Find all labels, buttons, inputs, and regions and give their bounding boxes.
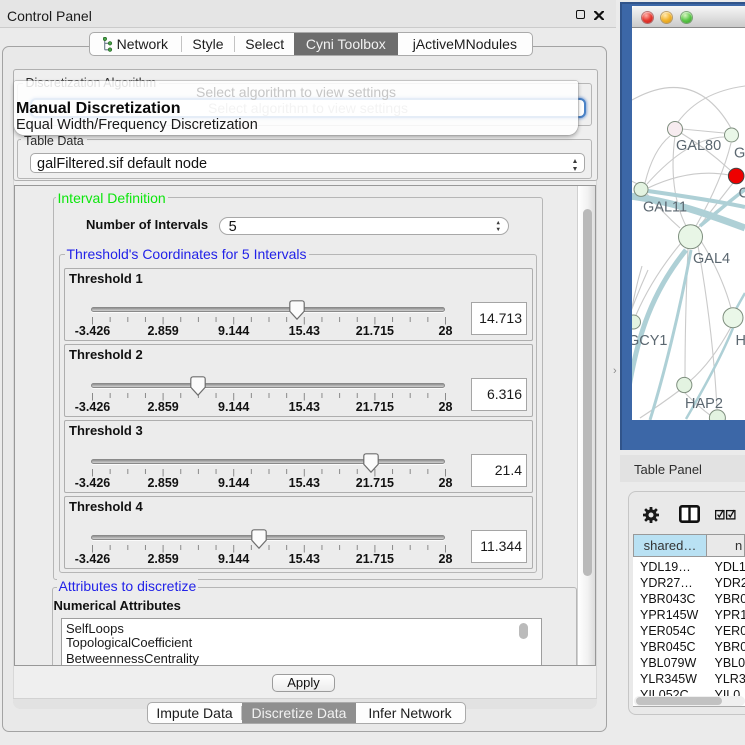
svg-text:C: C (739, 186, 745, 202)
svg-text:GAL4: GAL4 (693, 251, 730, 267)
svg-text:GCY1: GCY1 (632, 333, 668, 349)
svg-text:GAL11: GAL11 (643, 200, 687, 216)
svg-text:GAL80: GAL80 (676, 138, 721, 154)
svg-text:HAP2: HAP2 (685, 396, 723, 412)
svg-text:GA: GA (734, 146, 745, 162)
svg-text:HA: HA (736, 333, 745, 349)
